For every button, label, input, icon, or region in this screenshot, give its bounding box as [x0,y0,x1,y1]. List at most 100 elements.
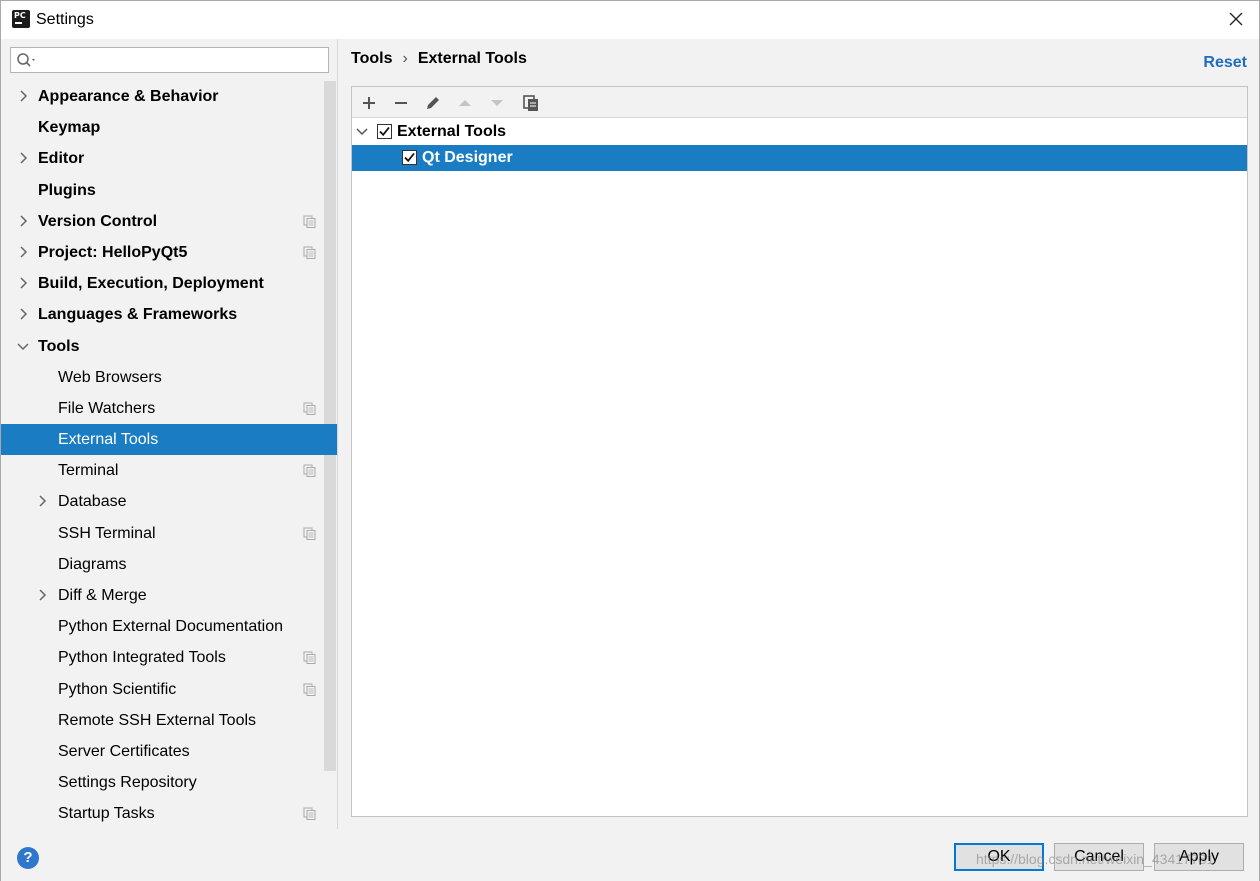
project-scope-icon [303,246,316,259]
tool-item-row[interactable]: Qt Designer [352,145,1247,171]
sidebar-item-label: File Watchers [58,399,156,417]
close-button[interactable] [1227,10,1245,28]
copy-icon [523,95,538,111]
apply-button[interactable]: Apply [1154,843,1244,871]
sidebar-item[interactable]: Database [1,486,337,517]
chevron-right-icon[interactable] [17,308,29,320]
breadcrumb: Tools › External Tools [351,50,527,68]
project-scope-icon [303,402,316,415]
sidebar-item[interactable]: Languages & Frameworks [1,299,337,330]
chevron-right-icon[interactable] [17,246,29,258]
chevron-down-icon[interactable] [17,340,29,352]
sidebar-item[interactable]: Build, Execution, Deployment [1,268,337,299]
sidebar-item[interactable]: Python External Documentation [1,611,337,642]
title-bar: PC Settings [1,1,1259,39]
pycharm-app-icon: PC [12,10,30,28]
sidebar-item[interactable]: Diff & Merge [1,580,337,611]
project-scope-icon [303,807,316,821]
chevron-right-icon[interactable] [17,152,29,164]
project-scope-icon [303,683,316,696]
project-scope-icon [303,527,316,540]
sidebar-item[interactable]: Python Scientific [1,674,337,705]
plus-icon [363,97,375,109]
add-tool-button[interactable] [358,92,380,114]
search-input[interactable] [41,50,321,70]
sidebar-item-label: Python External Documentation [58,618,284,636]
settings-window: PC Settings Appearance & Behavior Keymap E… [0,0,1260,881]
chevron-right-icon[interactable] [17,277,29,289]
sidebar-item-label: Plugins [38,181,96,199]
chevron-right-icon[interactable] [17,215,29,227]
cancel-button[interactable]: Cancel [1054,843,1144,871]
sidebar-item[interactable]: Terminal [1,455,337,486]
settings-content: Tools › External Tools Reset External To… [339,39,1259,829]
project-scope-icon [303,215,316,228]
close-icon [1229,12,1243,26]
sidebar-item[interactable]: Version Control [1,206,337,237]
breadcrumb-current: External Tools [417,50,527,67]
sidebar-item[interactable]: External Tools [1,424,337,456]
sidebar-item[interactable]: Appearance & Behavior [1,81,337,112]
chevron-right-icon[interactable] [17,90,29,102]
remove-tool-button[interactable] [390,92,412,114]
sidebar-item-label: Remote SSH External Tools [58,711,257,729]
sidebar-item[interactable]: Settings Repository [1,767,337,798]
help-button[interactable]: ? [17,847,39,869]
tool-group-label: External Tools [397,123,507,140]
chevron-right-icon[interactable] [36,589,48,601]
project-scope-icon [303,651,316,665]
sidebar-item[interactable]: Web Browsers [1,362,337,393]
sidebar-item-label: Web Browsers [58,368,162,386]
project-scope-icon [303,464,316,478]
sidebar-item[interactable]: SSH Terminal [1,518,337,549]
sidebar-item[interactable]: Keymap [1,112,337,143]
arrow-down-icon [491,100,503,106]
sidebar-item-label: Keymap [38,119,101,137]
tool-group-checkbox[interactable] [377,124,392,139]
sidebar-item-label: Server Certificates [58,742,190,760]
sidebar-item-label: SSH Terminal [58,524,156,542]
sidebar-item-label: Editor [38,150,85,168]
sidebar-item[interactable]: Python Integrated Tools [1,642,337,673]
sidebar-item-label: Tools [38,337,80,355]
sidebar-item[interactable]: Diagrams [1,549,337,580]
tool-group-row[interactable]: External Tools [352,119,1247,145]
sidebar-item-label: Settings Repository [58,774,197,792]
sidebar-item-label: Project: HelloPyQt5 [38,243,188,261]
external-tools-tree: External Tools Qt Designer [352,119,1247,171]
sidebar-item[interactable]: Plugins [1,175,337,206]
reset-link[interactable]: Reset [1203,54,1247,72]
copy-tool-button[interactable] [520,92,542,114]
move-down-button[interactable] [486,92,508,114]
edit-tool-button[interactable] [422,92,444,114]
sidebar-item[interactable]: Server Certificates [1,736,337,767]
sidebar-item[interactable]: Project: HelloPyQt5 [1,237,337,268]
settings-tree: Appearance & Behavior Keymap Editor Plugins… [1,81,337,830]
dialog-footer: ? OK Cancel Apply https://blog.csdn.net/… [1,829,1259,881]
sidebar-item-label: Diagrams [58,555,127,573]
sidebar-item[interactable]: File Watchers [1,393,337,424]
sidebar-item-label: Diff & Merge [58,587,147,604]
breadcrumb-parent[interactable]: Tools [351,50,392,67]
checkmark-icon [404,152,415,163]
search-field[interactable] [10,47,329,73]
move-up-button[interactable] [454,92,476,114]
tools-toolbar [352,87,1247,118]
sidebar-item-label: Appearance & Behavior [38,88,219,105]
sidebar-item[interactable]: Editor [1,143,337,174]
pencil-icon [427,97,439,109]
sidebar-item-label: Startup Tasks [58,805,155,823]
sidebar-item-label: Database [58,493,127,511]
sidebar-item[interactable]: Remote SSH External Tools [1,705,337,736]
minus-icon [395,102,407,104]
window-title: Settings [36,11,94,28]
sidebar-item-label: External Tools [58,431,159,449]
arrow-up-icon [459,100,471,106]
sidebar-item[interactable]: Startup Tasks [1,798,337,829]
sidebar-item[interactable]: Tools [1,331,337,362]
chevron-down-icon[interactable] [356,126,368,138]
tool-item-checkbox[interactable] [402,150,417,165]
chevron-right-icon[interactable] [36,495,48,507]
search-icon [17,53,35,67]
ok-button[interactable]: OK [954,843,1044,871]
